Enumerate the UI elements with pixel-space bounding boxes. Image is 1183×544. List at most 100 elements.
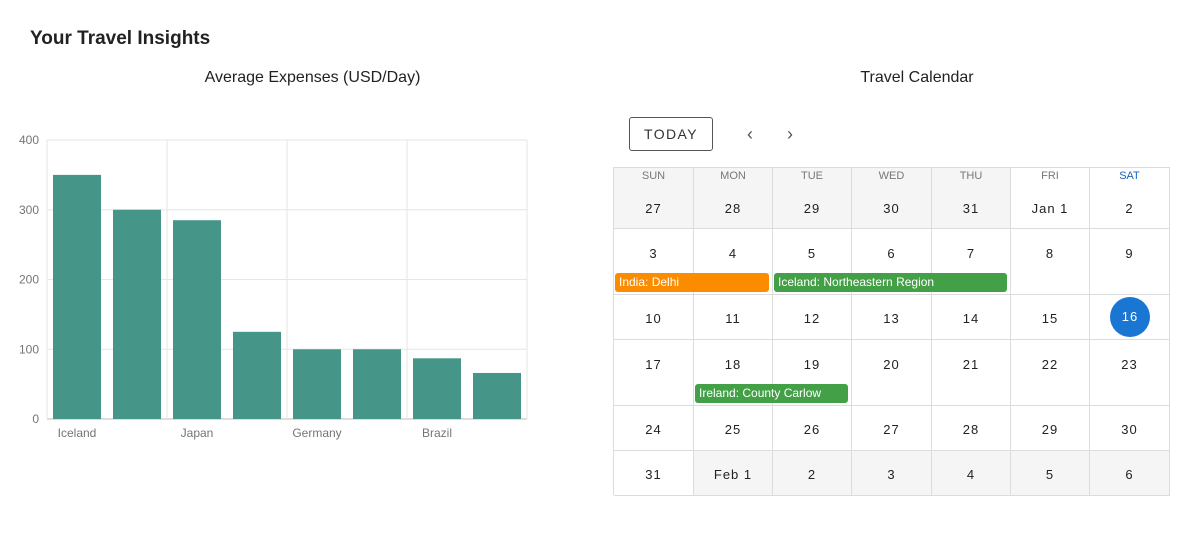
calendar-day-cell[interactable]: 30: [1090, 406, 1170, 451]
calendar-day-cell[interactable]: Feb 1: [694, 451, 773, 496]
calendar-day-cell[interactable]: 8: [1011, 229, 1090, 295]
calendar-day-cell[interactable]: 9: [1090, 229, 1170, 295]
calendar-day-cell[interactable]: THU 31: [932, 168, 1011, 229]
day-number: 23: [1121, 357, 1138, 372]
weekday-header: FRI: [1041, 170, 1059, 182]
calendar-event[interactable]: India: Delhi: [615, 273, 769, 292]
x-tick-label: Japan: [181, 426, 214, 440]
calendar-day-cell[interactable]: 4: [932, 451, 1011, 496]
day-number: 4: [966, 467, 976, 482]
calendar-day-cell[interactable]: 6: [1090, 451, 1170, 496]
calendar-day-cell[interactable]: SUN 27: [614, 168, 694, 229]
y-tick-label: 200: [19, 273, 39, 287]
day-number: 31: [962, 201, 980, 216]
day-number: 3: [649, 246, 658, 261]
bar-8: [473, 372, 521, 419]
y-tick-label: 0: [32, 412, 39, 426]
today-button[interactable]: TODAY: [629, 117, 713, 151]
calendar-day-cell[interactable]: 29: [1011, 406, 1090, 451]
calendar-day-cell[interactable]: 2: [773, 451, 852, 496]
calendar-day-cell[interactable]: 5: [1011, 451, 1090, 496]
calendar-day-cell[interactable]: FRI Jan 1: [1011, 168, 1090, 229]
calendar-day-cell[interactable]: 20: [852, 340, 932, 406]
x-tick-label: Iceland: [58, 426, 97, 440]
day-number: 5: [807, 246, 817, 261]
calendar-day-cell[interactable]: 11: [694, 295, 773, 340]
bar-3: [173, 220, 221, 419]
calendar-day-cell[interactable]: 21: [932, 340, 1011, 406]
calendar-day-cell[interactable]: 13: [852, 295, 932, 340]
calendar-day-cell[interactable]: 17: [614, 340, 694, 406]
calendar-day-cell[interactable]: 28: [932, 406, 1011, 451]
page-title: Your Travel Insights: [30, 28, 211, 49]
day-number: 11: [725, 311, 741, 326]
bar-4: [233, 331, 281, 419]
day-number: 13: [883, 311, 900, 326]
calendar-title: Travel Calendar: [860, 69, 974, 86]
weekday-header: MON: [720, 170, 746, 182]
calendar-day-cell[interactable]: 3: [852, 451, 932, 496]
day-number: 27: [883, 422, 900, 437]
calendar-day-cell[interactable]: TUE 29: [773, 168, 852, 229]
calendar-day-cell[interactable]: 15: [1011, 295, 1090, 340]
calendar-day-cell[interactable]: MON 28: [694, 168, 773, 229]
calendar-event[interactable]: Iceland: Northeastern Region: [774, 273, 1007, 292]
day-number: 2: [807, 467, 817, 482]
bar-6: [353, 349, 401, 419]
day-number: 19: [803, 357, 821, 372]
day-number: 25: [724, 422, 742, 437]
calendar-day-cell[interactable]: 31: [614, 451, 694, 496]
chart-title: Average Expenses (USD/Day): [204, 69, 421, 86]
calendar-day-cell[interactable]: WED 30: [852, 168, 932, 229]
y-tick-label: 300: [19, 203, 39, 217]
day-number: 30: [883, 201, 900, 216]
day-number: 30: [1121, 422, 1138, 437]
day-number: 22: [1041, 357, 1059, 372]
day-number: 8: [1045, 246, 1055, 261]
x-tick-label: Germany: [292, 426, 341, 440]
y-tick-label: 100: [19, 342, 39, 356]
calendar-day-cell[interactable]: 25: [694, 406, 773, 451]
calendar-day-cell[interactable]: 16: [1090, 295, 1170, 340]
x-tick-label: Brazil: [422, 426, 452, 440]
weekday-header: WED: [878, 170, 905, 182]
calendar-day-cell[interactable]: SAT 2: [1090, 168, 1170, 229]
calendar-day-cell[interactable]: 26: [773, 406, 852, 451]
expenses-bar-chart: 0 100 200 300 400 Iceland Japan Germany Brazil: [19, 133, 528, 440]
day-number: 20: [883, 357, 900, 372]
calendar-month-grid: SUN 27 MON 28 TUE 29 WED 30 THU 31 FRI Jan 1 SAT 2 3 4 5…: [613, 167, 1170, 496]
day-number: 14: [962, 311, 980, 326]
calendar-day-cell[interactable]: 10: [614, 295, 694, 340]
calendar-day-cell[interactable]: 12: [773, 295, 852, 340]
day-number: 4: [728, 246, 738, 261]
day-number: 15: [1041, 311, 1059, 326]
day-number: 24: [645, 422, 662, 437]
calendar-day-cell[interactable]: 14: [932, 295, 1011, 340]
calendar-day-cell[interactable]: 27: [852, 406, 932, 451]
today-date-indicator[interactable]: 16: [1110, 296, 1150, 337]
bar-7: [413, 358, 461, 419]
day-number: 7: [966, 246, 976, 261]
day-number: 9: [1125, 246, 1134, 261]
day-number: 21: [962, 357, 980, 372]
day-number: 3: [887, 467, 896, 482]
day-number: 31: [645, 467, 662, 482]
chevron-left-icon[interactable]: ‹: [738, 122, 762, 146]
day-number: 27: [645, 201, 662, 216]
day-number: 6: [1125, 467, 1134, 482]
calendar-day-cell[interactable]: 24: [614, 406, 694, 451]
day-number: 5: [1045, 467, 1055, 482]
bar-5: [293, 349, 341, 419]
calendar-event[interactable]: Ireland: County Carlow: [695, 384, 848, 403]
calendar-day-cell[interactable]: 23: [1090, 340, 1170, 406]
chevron-right-icon[interactable]: ›: [778, 122, 802, 146]
day-number: 12: [803, 311, 821, 326]
day-number: Jan 1: [1031, 201, 1069, 216]
day-number: 17: [645, 357, 662, 372]
bar-1: [53, 174, 101, 419]
weekday-header: SUN: [641, 170, 666, 182]
day-number: Feb 1: [713, 467, 753, 482]
calendar-day-cell[interactable]: 22: [1011, 340, 1090, 406]
weekday-header: SAT: [1119, 170, 1140, 182]
day-number: 6: [887, 246, 896, 261]
